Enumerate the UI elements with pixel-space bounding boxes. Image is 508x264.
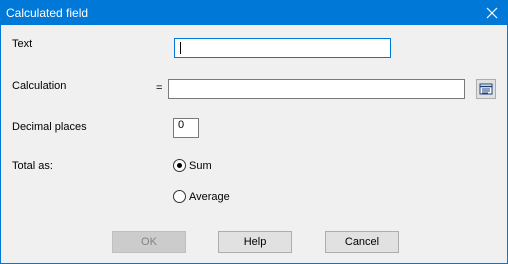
decimal-places-input[interactable]: 0 bbox=[173, 118, 199, 138]
text-label: Text bbox=[12, 38, 33, 50]
close-button[interactable] bbox=[477, 1, 507, 25]
sum-label: Sum bbox=[189, 160, 212, 172]
radio-selected-dot bbox=[177, 163, 182, 168]
decimal-places-label: Decimal places bbox=[12, 121, 87, 133]
calculated-field-dialog: Calculated field Text Calculation = Deci… bbox=[0, 0, 508, 264]
text-caret bbox=[180, 42, 181, 54]
decimal-places-value: 0 bbox=[178, 119, 185, 131]
help-button[interactable]: Help bbox=[218, 231, 292, 253]
field-list-icon bbox=[479, 83, 493, 95]
close-icon bbox=[486, 7, 498, 19]
average-radio[interactable] bbox=[173, 190, 186, 203]
text-input[interactable] bbox=[174, 38, 391, 58]
cancel-button[interactable]: Cancel bbox=[325, 231, 399, 253]
equals-sign: = bbox=[156, 82, 163, 94]
total-as-label: Total as: bbox=[12, 160, 53, 172]
calculation-input[interactable] bbox=[168, 79, 465, 99]
title-bar[interactable]: Calculated field bbox=[1, 1, 507, 25]
calculation-label: Calculation bbox=[12, 80, 67, 92]
field-picker-button[interactable] bbox=[476, 79, 496, 99]
sum-radio[interactable] bbox=[173, 159, 186, 172]
ok-button[interactable]: OK bbox=[112, 231, 186, 253]
average-label: Average bbox=[189, 191, 230, 203]
window-title: Calculated field bbox=[6, 6, 89, 20]
